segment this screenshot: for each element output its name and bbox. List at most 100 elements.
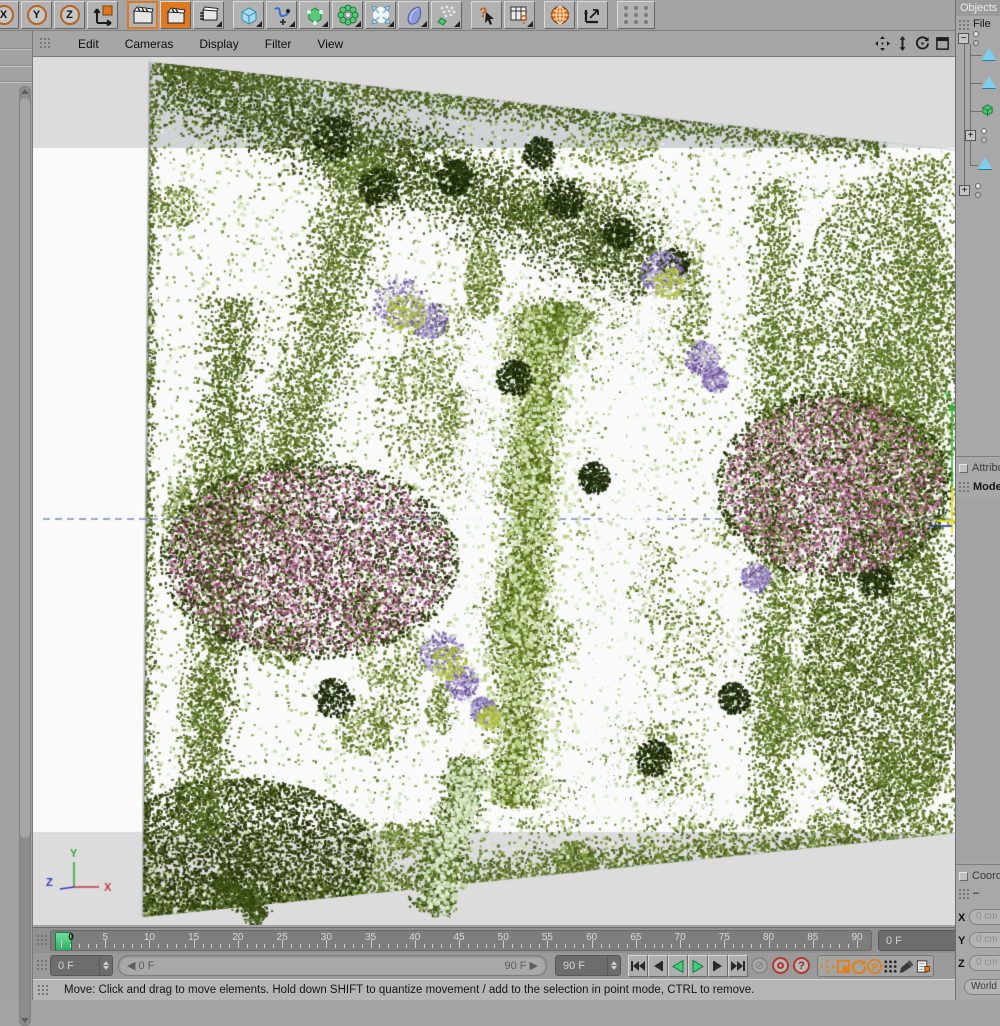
ruler-tick — [839, 944, 841, 948]
current-frame-spinner[interactable]: 0 F — [50, 955, 113, 976]
polygon-object-icon[interactable] — [982, 48, 996, 60]
zoom-icon[interactable] — [894, 36, 910, 52]
menu-grip[interactable] — [39, 37, 52, 50]
add-spline-icon[interactable] — [266, 1, 297, 29]
viewport-canvas[interactable] — [33, 57, 955, 925]
ruler-tick — [476, 944, 478, 948]
play-backward-button[interactable] — [668, 955, 688, 977]
add-subdivision-icon[interactable] — [299, 1, 330, 29]
sound-icon[interactable] — [898, 959, 914, 974]
web-globe-icon[interactable] — [544, 1, 575, 29]
ruler-tick — [512, 944, 514, 948]
coord-z-field[interactable]: 0 cm — [969, 955, 1000, 971]
ruler-tick — [69, 944, 71, 948]
end-frame-spinner[interactable]: 90 F — [555, 955, 621, 976]
command-manager-icon[interactable]: ? — [504, 1, 535, 29]
visibility-dot[interactable] — [981, 137, 987, 143]
spinner-icon[interactable] — [607, 956, 620, 975]
play-forward-button[interactable] — [688, 955, 708, 977]
add-particles-icon[interactable] — [431, 1, 462, 29]
go-to-end-button[interactable] — [728, 955, 748, 977]
status-grip[interactable] — [37, 983, 50, 997]
visibility-dot[interactable] — [973, 31, 979, 37]
objects-file-menu[interactable]: File — [956, 17, 1000, 31]
record-keyframe-icon[interactable] — [772, 957, 789, 974]
previous-frame-button[interactable] — [648, 955, 668, 977]
ruler-tick-label: 0 — [68, 932, 74, 943]
viewport-menu-bar: Edit Cameras Display Filter View — [33, 31, 958, 57]
menu-filter[interactable]: Filter — [265, 37, 292, 51]
tree-expand-icon[interactable]: + — [965, 130, 976, 141]
scroll-down-icon[interactable] — [21, 1018, 29, 1023]
record-scale-icon[interactable] — [836, 959, 851, 974]
menu-edit[interactable]: Edit — [78, 37, 99, 51]
tree-expand-icon[interactable]: + — [959, 185, 970, 196]
record-parameter-icon[interactable]: P — [866, 958, 882, 974]
scroll-up-icon[interactable] — [21, 89, 29, 94]
menu-cameras[interactable]: Cameras — [125, 37, 174, 51]
rotate-icon[interactable] — [914, 36, 930, 52]
timeline-ruler[interactable]: 0 5 10 15 20 25 30 35 40 45 50 55 60 65 70 75 80 85 90 — [50, 930, 872, 951]
coordinate-system-icon[interactable] — [87, 1, 118, 29]
record-rotation-icon[interactable] — [851, 959, 867, 974]
ruler-tick — [140, 944, 142, 948]
polygon-object-icon[interactable] — [982, 76, 996, 88]
visibility-dot[interactable] — [975, 183, 981, 189]
menu-display[interactable]: Display — [199, 37, 238, 51]
ruler-tick — [671, 944, 673, 948]
record-inactive-icon[interactable]: ⊘ — [751, 957, 768, 974]
ruler-tick — [848, 944, 850, 948]
ruler-tick — [830, 944, 832, 948]
add-cube-primitive-icon[interactable] — [233, 1, 264, 29]
render-settings-icon[interactable] — [193, 1, 224, 29]
left-scrollbar[interactable] — [19, 86, 31, 1026]
ruler-tick — [220, 944, 222, 948]
lock-y-icon[interactable]: Y — [21, 1, 52, 29]
record-point-level-icon[interactable] — [883, 959, 898, 974]
help-pointer-icon[interactable]: ? — [471, 1, 502, 29]
menu-view[interactable]: View — [317, 37, 343, 51]
lock-z-icon[interactable]: Z — [54, 1, 85, 29]
panel-icon[interactable] — [959, 463, 968, 473]
axis-tool-icon[interactable] — [577, 1, 608, 29]
ruler-tick — [777, 944, 779, 948]
world-dropdown[interactable]: World — [964, 979, 1000, 995]
instance-object-icon[interactable] — [980, 102, 995, 117]
timeline-grip[interactable] — [36, 934, 49, 947]
attributes-mode-menu[interactable]: Mode — [956, 479, 1000, 494]
add-array-icon[interactable] — [332, 1, 363, 29]
transport-grip[interactable] — [36, 959, 49, 972]
visibility-dot[interactable] — [975, 192, 981, 198]
preview-range-slider[interactable]: ◀ 0 F 90 F ▶ — [118, 955, 547, 976]
palette-grip-icon[interactable] — [617, 1, 655, 29]
go-to-start-button[interactable] — [628, 955, 648, 977]
range-start-label: ◀ 0 F — [127, 960, 155, 972]
maximize-icon[interactable] — [934, 36, 950, 52]
record-position-icon[interactable] — [820, 958, 836, 974]
render-active-view-icon[interactable] — [160, 1, 191, 29]
add-expand-icon[interactable] — [365, 1, 396, 29]
ruler-tick — [485, 944, 487, 948]
visibility-dot[interactable] — [981, 128, 987, 134]
next-frame-button[interactable] — [708, 955, 728, 977]
coordinates-menu[interactable]: – — [956, 886, 1000, 900]
render-view-icon[interactable] — [127, 1, 158, 29]
keyframe-selection-icon[interactable] — [915, 959, 931, 974]
coord-z-row: Z 0 cm — [956, 954, 1000, 974]
record-help-icon[interactable]: ? — [793, 957, 810, 974]
pan-icon[interactable] — [874, 36, 890, 52]
coord-y-field[interactable]: 0 cm — [969, 932, 1000, 948]
coord-x-field[interactable]: 0 cm — [969, 909, 1000, 925]
tree-collapse-icon[interactable]: − — [958, 33, 969, 44]
panel-icon[interactable] — [959, 871, 968, 881]
ruler-tick-label: 60 — [586, 932, 598, 943]
ruler-tick — [450, 944, 452, 948]
lock-x-icon[interactable]: X — [0, 1, 19, 29]
add-deformer-icon[interactable] — [398, 1, 429, 29]
scrollbar-thumb[interactable] — [20, 98, 30, 838]
ruler-tick — [405, 944, 407, 948]
spinner-icon[interactable] — [99, 956, 112, 975]
visibility-dot[interactable] — [973, 40, 979, 46]
polygon-object-icon[interactable] — [978, 157, 992, 169]
svg-text:?: ? — [520, 12, 528, 26]
